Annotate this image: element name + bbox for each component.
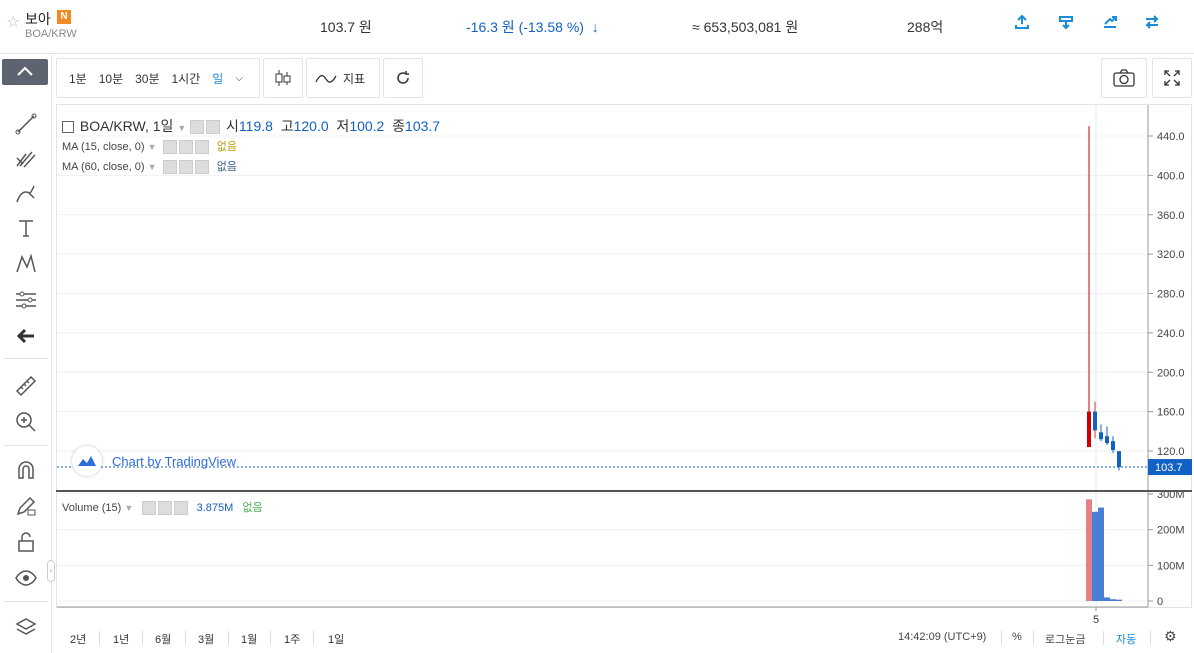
price-tick-label: 240.0 <box>1157 328 1185 340</box>
pane-separator[interactable] <box>56 490 1192 492</box>
last-price-label: 103.7 <box>1155 462 1183 474</box>
price-chart[interactable]: 440.0 400.0 360.0 320.0 280.0 240.0 200.0 160.0… <box>0 0 1194 653</box>
volume-tick-label: 0 <box>1157 596 1163 608</box>
volume-ma-value: 없음 <box>242 502 263 514</box>
gear-icon[interactable]: ⚙ <box>1164 628 1177 645</box>
ma60-legend: MA (60, close, 0) ▼ 없음 <box>62 158 238 175</box>
eye-icon[interactable] <box>162 140 177 155</box>
candle-body <box>1087 411 1091 448</box>
ma15-legend: MA (15, close, 0) ▼ 없음 <box>62 138 238 155</box>
chevron-down-icon[interactable]: ▼ <box>148 142 157 152</box>
range-2y[interactable]: 2년 <box>70 631 86 647</box>
divider <box>1033 631 1034 645</box>
price-tick-label: 200.0 <box>1157 367 1185 379</box>
range-6m[interactable]: 6월 <box>155 631 171 647</box>
candle-body <box>1099 432 1103 440</box>
close-value: 103.7 <box>405 118 441 134</box>
divider <box>313 631 314 645</box>
chevron-down-icon[interactable]: ▼ <box>177 123 186 133</box>
clock-time[interactable]: 14:42:09 (UTC+9) <box>898 631 986 643</box>
percent-toggle[interactable]: % <box>1012 631 1022 643</box>
volume-tick-label: 200M <box>1157 525 1185 537</box>
eye-icon[interactable] <box>190 120 205 135</box>
volume-label: Volume (15) <box>62 502 122 514</box>
gear-icon[interactable] <box>158 501 173 516</box>
gear-icon[interactable] <box>206 120 221 135</box>
ma15-label: MA (15, close, 0) <box>62 141 145 153</box>
volume-bar <box>1110 599 1116 601</box>
volume-bar <box>1116 599 1122 601</box>
volume-value: 3.875M <box>196 502 234 514</box>
legend-symbol: BOA/KRW, 1일 <box>79 118 174 134</box>
range-1m[interactable]: 1월 <box>241 631 257 647</box>
auto-scale-toggle[interactable]: 자동 <box>1116 631 1136 647</box>
high-value: 120.0 <box>293 118 329 134</box>
price-tick-label: 320.0 <box>1157 249 1185 261</box>
ma15-value: 없음 <box>216 141 238 153</box>
close-icon[interactable] <box>194 140 209 155</box>
divider <box>99 631 100 645</box>
candle-body <box>1093 411 1097 431</box>
candle-body <box>1111 441 1115 451</box>
eye-icon[interactable] <box>142 501 157 516</box>
tradingview-watermark[interactable]: Chart by TradingView <box>72 446 236 476</box>
price-tick-label: 160.0 <box>1157 407 1185 419</box>
range-3m[interactable]: 3월 <box>198 631 214 647</box>
candle-body <box>1117 451 1121 468</box>
bottom-toolbar: 2년 1년 6월 3월 1월 1주 1일 14:42:09 (UTC+9) % … <box>56 623 1192 653</box>
volume-bar <box>1098 507 1104 601</box>
volume-legend: Volume (15) ▼ 3.875M 없음 <box>62 499 263 516</box>
candle-body <box>1105 436 1109 444</box>
divider <box>228 631 229 645</box>
tradingview-logo-icon <box>72 446 102 476</box>
volume-tick-label: 100M <box>1157 560 1185 572</box>
price-tick-label: 440.0 <box>1157 131 1185 143</box>
log-scale-toggle[interactable]: 로그눈금 <box>1045 631 1085 647</box>
range-1w[interactable]: 1주 <box>284 631 300 647</box>
range-1d[interactable]: 1일 <box>328 631 344 647</box>
volume-bar <box>1092 511 1098 601</box>
eye-icon[interactable] <box>162 160 177 175</box>
high-label: 고 <box>280 118 294 134</box>
divider <box>1001 631 1002 645</box>
gear-icon[interactable] <box>178 140 193 155</box>
range-1y[interactable]: 1년 <box>113 631 129 647</box>
price-tick-label: 280.0 <box>1157 289 1185 301</box>
price-tick-label: 360.0 <box>1157 210 1185 222</box>
divider <box>270 631 271 645</box>
divider <box>1103 631 1104 645</box>
open-value: 119.8 <box>238 118 273 134</box>
divider <box>185 631 186 645</box>
chevron-down-icon[interactable]: ▼ <box>124 503 133 513</box>
price-tick-label: 120.0 <box>1157 446 1185 458</box>
divider <box>142 631 143 645</box>
low-value: 100.2 <box>349 118 385 134</box>
close-icon[interactable] <box>174 501 189 516</box>
gear-icon[interactable] <box>178 160 193 175</box>
ma60-value: 없음 <box>216 161 238 173</box>
volume-bar <box>1086 499 1092 601</box>
divider <box>1150 631 1151 645</box>
volume-bar <box>1104 597 1110 601</box>
watermark-text: Chart by TradingView <box>112 453 237 469</box>
price-tick-label: 400.0 <box>1157 170 1185 182</box>
close-label: 종 <box>392 118 406 134</box>
ma60-label: MA (60, close, 0) <box>62 161 145 173</box>
open-label: 시 <box>226 118 239 134</box>
collapse-legend-icon[interactable] <box>62 121 74 134</box>
main-legend: BOA/KRW, 1일 ▼ 시119.8 고120.0 저100.2 종103.… <box>62 116 440 136</box>
chevron-down-icon[interactable]: ▼ <box>148 162 157 172</box>
close-icon[interactable] <box>194 160 209 175</box>
low-label: 저 <box>336 118 350 134</box>
